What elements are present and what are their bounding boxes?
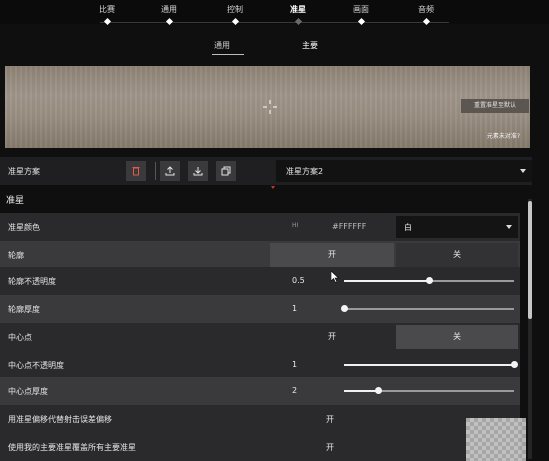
outline-on-button[interactable]: 开 [270,243,394,267]
slider-fill [344,364,514,366]
slider-fill [344,390,378,392]
tab-controls[interactable]: 控制 [227,4,243,16]
nav-marker [357,17,366,26]
reset-crosshair-button[interactable]: 重置准星至默认 [461,99,529,113]
setting-label: 使用我的主要准星覆盖所有主要准星 [8,443,136,452]
setting-row-firing-error-override: 用准星偏移代替射击误差偏移 开 [0,405,520,433]
top-nav: 比赛 通用 控制 准星 画面 音频 [0,0,549,26]
setting-row-outline: 轮廓 1 开 关 [0,241,520,269]
import-profile-button[interactable] [160,161,180,181]
hex-color-input[interactable]: #FFFFFF [332,222,366,231]
crosshair-preview: 重置准星至默认 元素未对准? [5,66,530,148]
outline-off-button[interactable]: 关 [396,243,518,267]
slider-handle[interactable] [375,387,382,394]
slider-handle[interactable] [426,277,433,284]
setting-label: 中心点 [8,333,32,342]
not-centered-link[interactable]: 元素未对准? [487,131,520,140]
profile-bar: 准星方案 准星方案2 [0,157,532,185]
slider-value[interactable]: 0.5 [292,276,305,285]
download-icon [193,167,203,176]
setting-label: 轮廓厚度 [8,305,40,314]
color-dropdown-value: 白 [404,223,412,232]
transparency-pattern [466,418,526,461]
crosshair-icon [263,100,277,114]
profile-label: 准星方案 [8,167,40,176]
subtab-primary[interactable]: 主要 [302,40,318,51]
slider-fill [344,280,429,282]
delete-icon [132,167,140,176]
override-all-primary-toggle[interactable]: 开 [326,442,334,453]
slider-handle[interactable] [341,305,348,312]
chevron-down-icon [520,169,526,173]
chevron-down-icon [506,225,512,229]
mouse-cursor-icon [331,271,340,283]
nav-divider [100,22,449,23]
setting-label: 准星颜色 [8,223,40,232]
copy-profile-button[interactable] [216,161,236,181]
tab-match[interactable]: 比赛 [99,4,115,16]
setting-label: 轮廓 [8,251,24,260]
nav-marker [422,17,431,26]
tab-video[interactable]: 画面 [353,4,369,16]
center-dot-opacity-slider[interactable] [344,361,518,368]
setting-row-outline-opacity: 轮廓不透明度 0.5 [0,267,520,295]
export-profile-button[interactable] [188,161,208,181]
nav-marker [231,17,240,26]
tab-crosshair[interactable]: 准星 [290,4,306,16]
nav-marker [165,17,174,26]
setting-row-override-all-primary: 使用我的主要准星覆盖所有主要准星 开 [0,433,520,461]
center-dot-off-button[interactable]: 关 [396,325,518,349]
setting-row-center-dot-thickness: 中心点厚度 2 [0,377,520,405]
marker-icon [271,186,275,189]
setting-label: 中心点厚度 [8,387,48,396]
outline-opacity-slider[interactable] [344,277,514,284]
tab-general[interactable]: 通用 [161,4,177,16]
firing-error-override-toggle[interactable]: 开 [326,414,334,425]
color-dropdown[interactable]: 白 [396,216,518,238]
section-title: 准星 [6,196,25,206]
upload-icon [165,166,175,176]
setting-row-outline-thickness: 轮廓厚度 1 [0,295,520,323]
center-dot-on-button[interactable]: 开 [270,325,394,349]
subtab-general[interactable]: 通用 [214,40,230,51]
setting-label: 中心点不透明度 [8,361,64,370]
slider-value[interactable]: 1 [292,360,297,369]
setting-label: 用准星偏移代替射击误差偏移 [8,415,112,424]
hex-prefix: HI [292,222,299,229]
slider-value[interactable]: 2 [292,386,297,395]
subnav-underline [212,54,244,55]
nav-marker-active [294,17,303,26]
nav-marker [103,17,112,26]
slider-handle[interactable] [511,361,518,368]
slider-value[interactable]: 1 [292,304,297,313]
copy-icon [221,166,231,176]
center-dot-thickness-slider[interactable] [344,387,514,394]
tab-audio[interactable]: 音频 [418,4,434,16]
setting-row-center-dot: 中心点 开 关 [0,323,520,351]
setting-row-center-dot-opacity: 中心点不透明度 1 [0,351,520,379]
outline-thickness-slider[interactable] [341,305,514,312]
profile-dropdown-value: 准星方案2 [286,167,324,176]
setting-label: 轮廓不透明度 [8,277,56,286]
profile-dropdown[interactable]: 准星方案2 [276,160,532,182]
setting-row-color: 准星颜色 HI #FFFFFF 白 [0,213,520,241]
delete-profile-button[interactable] [126,161,146,181]
toolbar-divider [155,162,156,180]
scrollbar-thumb[interactable] [528,201,532,319]
